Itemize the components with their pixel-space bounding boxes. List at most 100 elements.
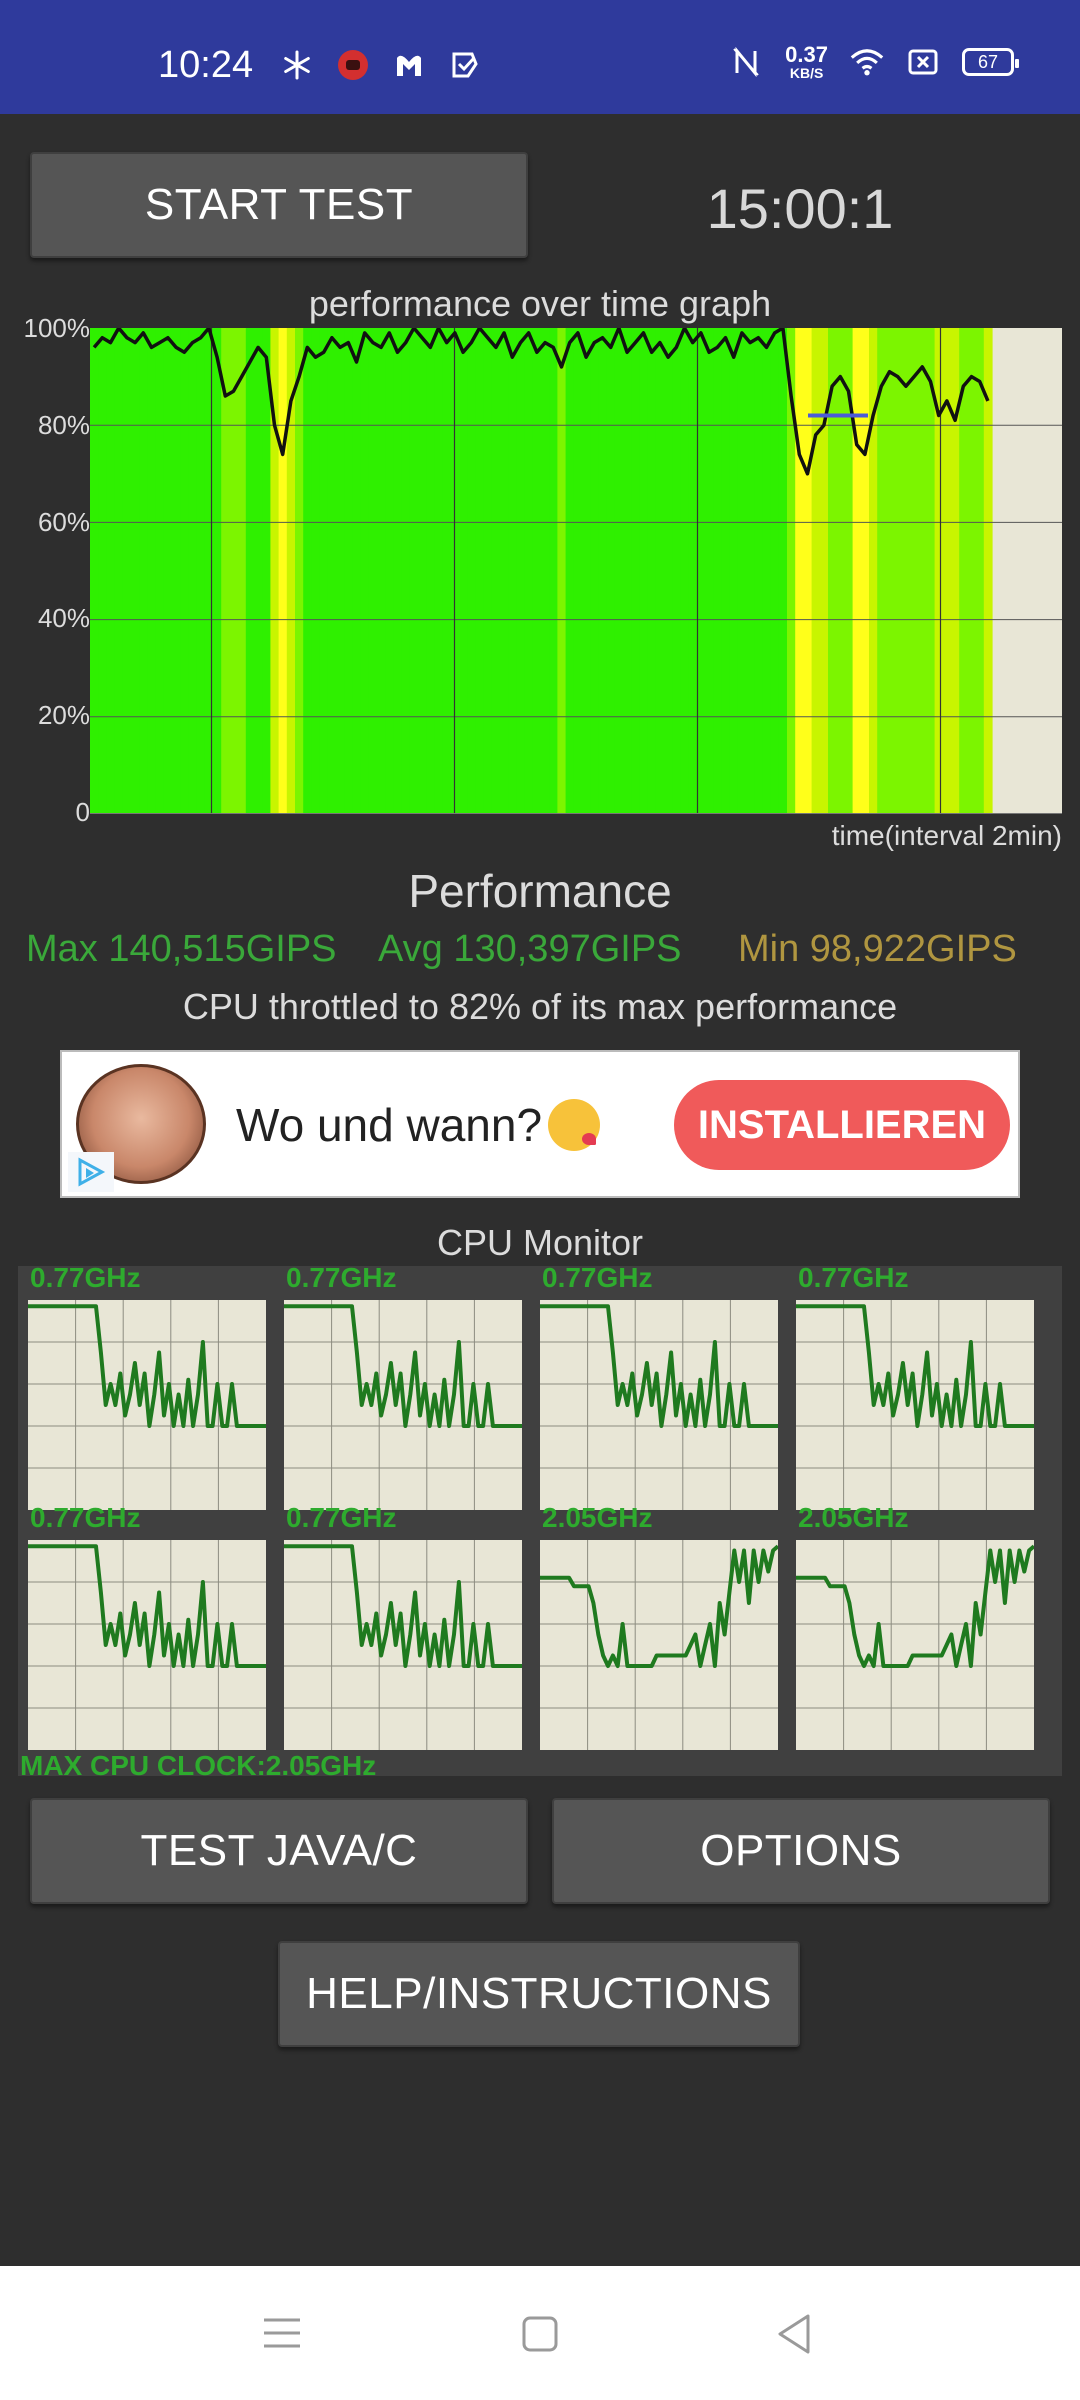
heat-column xyxy=(614,328,624,814)
heat-column xyxy=(368,328,378,814)
heat-column xyxy=(442,328,452,814)
heat-column xyxy=(672,328,681,814)
net-speed-unit: KB/S xyxy=(789,65,824,81)
heat-column xyxy=(508,328,517,814)
kiss-emoji-icon xyxy=(548,1098,601,1151)
heat-column xyxy=(254,328,263,814)
heat-column xyxy=(196,328,206,814)
options-button[interactable]: OPTIONS xyxy=(552,1798,1050,1904)
heat-column xyxy=(688,328,698,814)
heat-column xyxy=(754,328,763,814)
ad-choices-icon[interactable] xyxy=(68,1152,114,1192)
heat-column xyxy=(114,328,124,814)
cpu-core-graph xyxy=(796,1540,1034,1750)
cpu-core-freq: 0.77GHz xyxy=(286,1262,397,1293)
heat-column xyxy=(573,328,583,814)
heat-column xyxy=(377,328,386,814)
heat-column xyxy=(467,328,476,814)
heat-column xyxy=(336,328,345,814)
y-tick-20: 20% xyxy=(37,700,90,730)
heat-column xyxy=(262,328,271,814)
net-speed-value: 0.37 xyxy=(785,42,828,67)
help-instructions-button[interactable]: HELP/INSTRUCTIONS xyxy=(278,1941,800,2047)
y-tick-40: 40% xyxy=(37,603,90,633)
heat-column xyxy=(598,328,608,814)
menu-icon[interactable] xyxy=(262,2316,302,2355)
heat-column xyxy=(557,328,567,814)
heat-column xyxy=(778,328,788,814)
heat-column xyxy=(918,328,927,814)
heat-column xyxy=(737,328,747,814)
cpu-core-freq: 0.77GHz xyxy=(798,1262,909,1293)
heat-column xyxy=(664,328,673,814)
wifi-icon xyxy=(850,45,884,79)
performance-title: Performance xyxy=(408,865,672,917)
heat-column xyxy=(393,328,403,814)
battery-icon: 67 xyxy=(962,48,1019,76)
heat-column xyxy=(213,328,222,814)
status-time: 10:24 xyxy=(158,44,254,86)
cpu-core-freq: 0.77GHz xyxy=(30,1502,141,1533)
game-icon xyxy=(336,48,370,82)
ad-banner[interactable]: Wo und wann? INSTALLIEREN xyxy=(60,1050,1020,1198)
min-stat: Min 98,922GIPS xyxy=(738,928,1017,970)
cpu-core-freq: 0.77GHz xyxy=(542,1262,653,1293)
heat-column xyxy=(549,328,558,814)
heat-column xyxy=(245,328,255,814)
heat-column xyxy=(647,328,657,814)
y-tick-0: 0 xyxy=(75,797,90,827)
cpu-core-graph xyxy=(284,1300,522,1510)
heat-column xyxy=(319,328,329,814)
performance-graph xyxy=(90,328,1062,814)
y-tick-80: 80% xyxy=(37,410,90,440)
status-icons-left xyxy=(280,48,482,82)
heat-column xyxy=(303,328,312,814)
no-sim-icon xyxy=(906,45,940,79)
heat-column xyxy=(500,328,509,814)
max-cpu-clock: MAX CPU CLOCK:2.05GHz xyxy=(20,1750,377,1781)
back-icon[interactable] xyxy=(774,2312,814,2361)
heat-column xyxy=(163,328,173,814)
heat-column xyxy=(713,328,722,814)
heat-column xyxy=(975,328,985,814)
test-timer: 15:00:1 xyxy=(706,177,894,240)
heat-column xyxy=(860,328,870,814)
avg-stat: Avg 130,397GIPS xyxy=(378,928,682,970)
heat-column xyxy=(295,328,304,814)
heat-column xyxy=(910,328,919,814)
cpu-core-freq: 0.77GHz xyxy=(30,1262,141,1293)
heat-column xyxy=(344,328,353,814)
heat-column xyxy=(459,328,468,814)
heat-column xyxy=(237,328,247,814)
heat-column xyxy=(811,328,821,814)
heat-column xyxy=(885,328,895,814)
heat-column xyxy=(565,328,575,814)
heat-column xyxy=(450,328,460,814)
heat-column xyxy=(721,328,731,814)
heat-column xyxy=(188,328,198,814)
snowflake-icon xyxy=(280,48,314,82)
malwarebytes-icon xyxy=(392,48,426,82)
start-test-button[interactable]: START TEST xyxy=(30,152,528,258)
heat-column xyxy=(483,328,493,814)
heat-column xyxy=(655,328,665,814)
status-bar: 10:24 0.37 KB/S 67 xyxy=(0,0,1080,114)
heat-column xyxy=(327,328,337,814)
y-tick-100: 100% xyxy=(23,313,91,343)
heat-column xyxy=(147,328,157,814)
heat-column xyxy=(385,328,394,814)
cpu-core-graph xyxy=(284,1540,522,1750)
heat-column xyxy=(532,328,542,814)
home-icon[interactable] xyxy=(520,2314,560,2359)
throttle-text: CPU throttled to 82% of its max performa… xyxy=(182,986,898,1027)
heat-column xyxy=(680,328,690,814)
heat-column xyxy=(852,328,862,814)
heat-column xyxy=(967,328,977,814)
heat-column xyxy=(434,328,444,814)
ad-install-button[interactable]: INSTALLIEREN xyxy=(674,1080,1010,1170)
heat-column xyxy=(803,328,813,814)
heat-column xyxy=(983,328,993,814)
test-java-button[interactable]: TEST JAVA/C xyxy=(30,1798,528,1904)
heat-column xyxy=(155,328,165,814)
heat-column xyxy=(122,328,132,814)
